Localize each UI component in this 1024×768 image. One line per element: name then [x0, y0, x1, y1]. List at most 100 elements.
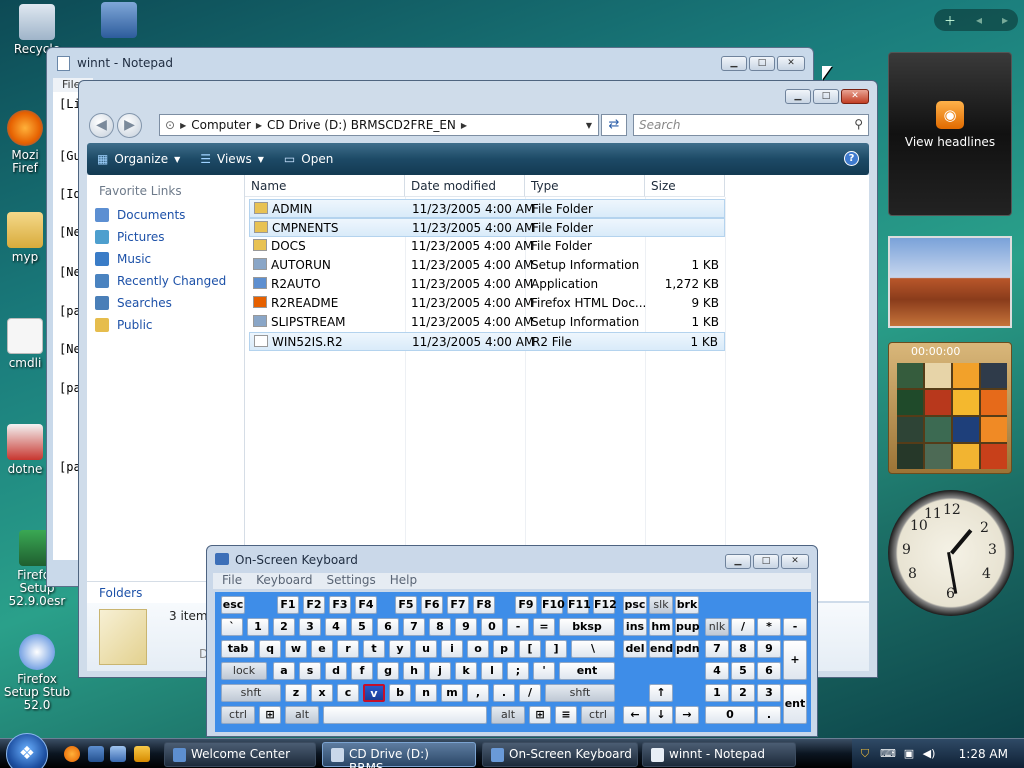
minimize-button[interactable]: ▁ — [785, 89, 811, 104]
column-type[interactable]: Type — [525, 175, 645, 197]
key-F4[interactable]: F4 — [355, 596, 377, 614]
close-button[interactable]: ✕ — [781, 554, 809, 569]
fav-public[interactable]: Public — [87, 314, 244, 336]
key-⊞[interactable]: ⊞ — [529, 706, 551, 724]
key-5[interactable]: 5 — [351, 618, 373, 636]
key-ent[interactable]: ent — [783, 684, 807, 724]
desktop-icon-cmdline[interactable]: cmdli — [0, 318, 50, 370]
key-5[interactable]: 5 — [731, 662, 755, 680]
key-lock[interactable]: lock — [221, 662, 267, 680]
key-alt[interactable]: alt — [491, 706, 525, 724]
key-pdn[interactable]: pdn — [675, 640, 700, 658]
switch-windows-icon[interactable] — [110, 746, 126, 762]
key-slk[interactable]: slk — [649, 596, 673, 614]
key-x[interactable]: x — [311, 684, 333, 702]
key-tab[interactable]: tab — [221, 640, 255, 658]
key-\[interactable]: \ — [571, 640, 615, 658]
views-button[interactable]: ☰ Views ▼ — [200, 152, 264, 166]
key-h[interactable]: h — [403, 662, 425, 680]
key-0[interactable]: 0 — [481, 618, 503, 636]
column-date-modified[interactable]: Date modified — [405, 175, 525, 197]
key-j[interactable]: j — [429, 662, 451, 680]
osk-menu-keyboard[interactable]: Keyboard — [256, 573, 312, 589]
key-≡[interactable]: ≡ — [555, 706, 577, 724]
key-i[interactable]: i — [441, 640, 463, 658]
firefox-quicklaunch-icon[interactable] — [64, 746, 80, 762]
address-bar[interactable]: ⊙ ▶ Computer ▶ CD Drive (D:) BRMSCD2FRE_… — [159, 114, 599, 136]
refresh-button[interactable]: ⇄ — [601, 114, 627, 136]
on-screen-keyboard-window[interactable]: On-Screen Keyboard ▁ □ ✕ File Keyboard S… — [206, 545, 818, 737]
desktop-icon-setup[interactable] — [84, 2, 154, 41]
search-icon[interactable]: ⚲ — [854, 117, 863, 131]
key-2[interactable]: 2 — [273, 618, 295, 636]
file-row[interactable]: WIN52IS.R2 11/23/2005 4:00 AM R2 File 1 KB — [249, 332, 725, 351]
key-shft[interactable]: shft — [221, 684, 281, 702]
add-gadget-icon[interactable]: ＋ — [944, 12, 956, 29]
key-b[interactable]: b — [389, 684, 411, 702]
key-q[interactable]: q — [259, 640, 281, 658]
notepad-titlebar[interactable]: winnt - Notepad — [47, 48, 813, 78]
key-hm[interactable]: hm — [649, 618, 673, 636]
key-8[interactable]: 8 — [731, 640, 755, 658]
show-desktop-icon[interactable] — [88, 746, 104, 762]
key-[[interactable]: [ — [519, 640, 541, 658]
key-1[interactable]: 1 — [247, 618, 269, 636]
key-l[interactable]: l — [481, 662, 503, 680]
key-7[interactable]: 7 — [403, 618, 425, 636]
key-F12[interactable]: F12 — [593, 596, 617, 614]
key-8[interactable]: 8 — [429, 618, 451, 636]
key-nlk[interactable]: nlk — [705, 618, 729, 636]
key-4[interactable]: 4 — [325, 618, 347, 636]
key-e[interactable]: e — [311, 640, 333, 658]
osk-menu-settings[interactable]: Settings — [327, 573, 376, 589]
key-t[interactable]: t — [363, 640, 385, 658]
key-6[interactable]: 6 — [377, 618, 399, 636]
task-cd-drive[interactable]: CD Drive (D:) BRMS... — [322, 742, 476, 768]
column-size[interactable]: Size — [645, 175, 725, 197]
key-;[interactable]: ; — [507, 662, 529, 680]
key-F1[interactable]: F1 — [277, 596, 299, 614]
key-bksp[interactable]: bksp — [559, 618, 615, 636]
key-g[interactable]: g — [377, 662, 399, 680]
key-F9[interactable]: F9 — [515, 596, 537, 614]
key-F11[interactable]: F11 — [567, 596, 591, 614]
maximize-button[interactable]: □ — [753, 554, 779, 569]
key-F10[interactable]: F10 — [541, 596, 565, 614]
task-notepad[interactable]: winnt - Notepad — [642, 742, 796, 767]
slideshow-gadget[interactable] — [888, 236, 1012, 328]
key-o[interactable]: o — [467, 640, 489, 658]
key-`[interactable]: ` — [221, 618, 243, 636]
breadcrumb-computer[interactable]: Computer — [186, 118, 256, 132]
key-→[interactable]: → — [675, 706, 699, 724]
key-7[interactable]: 7 — [705, 640, 729, 658]
key-d[interactable]: d — [325, 662, 347, 680]
key-ent[interactable]: ent — [559, 662, 615, 680]
key-=[interactable]: = — [533, 618, 555, 636]
key-y[interactable]: y — [389, 640, 411, 658]
key-F7[interactable]: F7 — [447, 596, 469, 614]
key-F2[interactable]: F2 — [303, 596, 325, 614]
key-][interactable]: ] — [545, 640, 567, 658]
previous-icon[interactable]: ◂ — [976, 13, 982, 27]
key-z[interactable]: z — [285, 684, 307, 702]
key-esc[interactable]: esc — [221, 596, 245, 614]
key-,[interactable]: , — [467, 684, 489, 702]
key-+[interactable]: + — [783, 640, 807, 680]
key-↑[interactable]: ↑ — [649, 684, 673, 702]
task-on-screen-keyboard[interactable]: On-Screen Keyboard — [482, 742, 638, 767]
key-v[interactable]: v — [363, 684, 385, 702]
column-name[interactable]: Name — [245, 175, 405, 197]
key-3[interactable]: 3 — [299, 618, 321, 636]
key-a[interactable]: a — [273, 662, 295, 680]
security-shield-icon[interactable]: ⛉ — [858, 747, 872, 761]
key-p[interactable]: p — [493, 640, 515, 658]
close-button[interactable]: ✕ — [841, 89, 869, 104]
network-icon[interactable]: ▣ — [902, 747, 916, 761]
key-.[interactable]: . — [757, 706, 781, 724]
start-button[interactable]: ❖ — [6, 733, 48, 768]
forward-button[interactable]: ▶ — [117, 113, 142, 138]
key-s[interactable]: s — [299, 662, 321, 680]
file-row[interactable]: R2AUTO 11/23/2005 4:00 AM Application 1,272… — [249, 275, 725, 294]
key-space[interactable] — [323, 706, 487, 724]
breadcrumb-cd-drive[interactable]: CD Drive (D:) BRMSCD2FRE_EN — [262, 118, 461, 132]
